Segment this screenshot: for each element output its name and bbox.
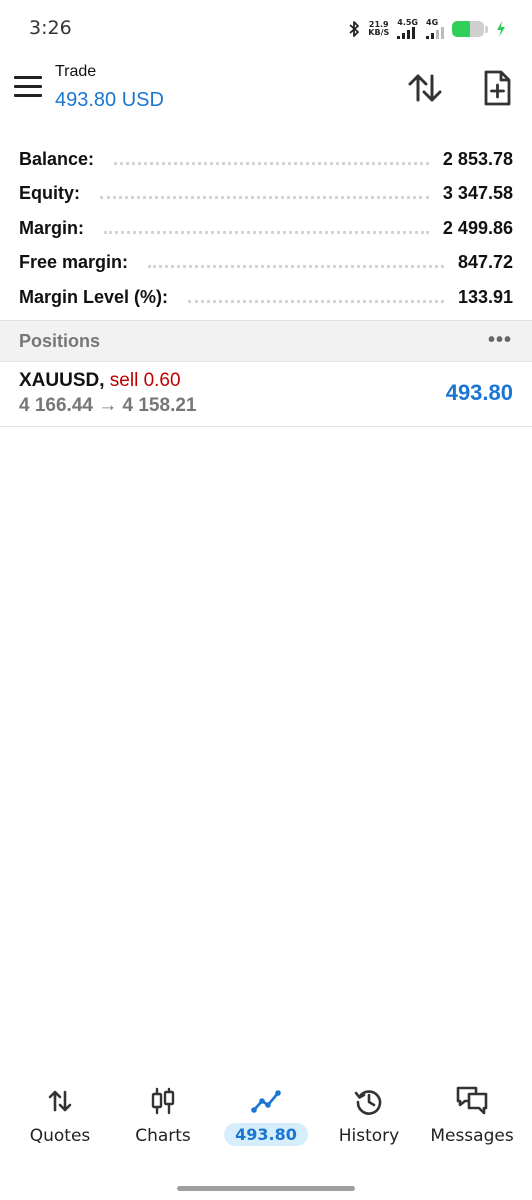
position-profit: 493.80 [445, 380, 513, 405]
battery-level-fill [452, 21, 470, 37]
signal-bars-icon [426, 27, 444, 39]
signal-strength-1: 4.5G [397, 19, 418, 39]
nav-label: Charts [135, 1126, 191, 1146]
dotted-leader [114, 161, 429, 165]
history-clock-icon [354, 1090, 382, 1115]
nav-label: Quotes [29, 1126, 91, 1146]
dotted-leader [148, 265, 444, 269]
dotted-leader [188, 299, 444, 303]
trade-line-icon [251, 1090, 281, 1113]
summary-label: Free margin: [19, 252, 135, 274]
nav-label: History [338, 1126, 400, 1146]
more-options-icon[interactable]: ••• [488, 329, 512, 352]
summary-row-balance: Balance: 2 853.78 [19, 142, 513, 177]
position-title-line: XAUUSD, sell 0.60 [19, 370, 181, 392]
battery-icon [452, 21, 484, 37]
nav-history[interactable]: History [316, 1078, 422, 1158]
status-time: 3:26 [29, 17, 72, 39]
page-title: Trade [55, 63, 97, 80]
app-header: Trade 493.80 USD [0, 56, 532, 132]
positions-title: Positions [19, 331, 101, 351]
nav-messages[interactable]: Messages [419, 1078, 525, 1158]
network-speed: 21.9 KB/S [368, 21, 389, 37]
nav-quotes[interactable]: Quotes [7, 1078, 113, 1158]
summary-value: 847.72 [457, 252, 513, 273]
battery-cap [485, 25, 488, 33]
signal-1-label: 4.5G [397, 18, 418, 27]
summary-label: Balance: [19, 148, 101, 170]
summary-row-equity: Equity: 3 347.58 [19, 177, 513, 212]
account-summary: Balance: 2 853.78 Equity: 3 347.58 Margi… [19, 142, 513, 315]
new-order-button[interactable] [477, 68, 517, 108]
summary-value: 2 499.86 [442, 217, 513, 238]
bottom-navigation: Quotes Charts 493.80 History Messages [0, 1078, 532, 1158]
hamburger-menu-icon[interactable] [14, 76, 42, 100]
summary-label: Equity: [19, 183, 86, 205]
summary-value: 3 347.58 [442, 183, 513, 204]
sort-button[interactable] [404, 68, 448, 108]
new-document-plus-icon [484, 70, 511, 106]
home-indicator[interactable] [177, 1186, 355, 1191]
signal-strength-2: 4G [426, 19, 444, 39]
nav-label: Messages [430, 1126, 514, 1146]
bluetooth-icon [349, 21, 360, 37]
summary-value: 2 853.78 [442, 148, 513, 169]
summary-label: Margin Level (%): [19, 286, 175, 308]
nav-trade[interactable]: 493.80 [213, 1078, 319, 1158]
dotted-leader [104, 230, 429, 234]
summary-value: 133.91 [457, 286, 513, 307]
candlestick-chart-icon [151, 1087, 175, 1115]
status-icons: 21.9 KB/S 4.5G 4G [348, 16, 506, 42]
nav-charts[interactable]: Charts [110, 1078, 216, 1158]
position-row[interactable]: XAUUSD, sell 0.60 4 166.44 → 4 158.21 49… [0, 362, 532, 427]
positions-section-header: Positions ••• [0, 320, 532, 362]
dotted-leader [100, 196, 429, 200]
summary-row-margin: Margin: 2 499.86 [19, 211, 513, 246]
position-symbol: XAUUSD, [19, 370, 105, 391]
header-balance: 493.80 USD [55, 89, 164, 111]
summary-label: Margin: [19, 217, 90, 239]
quotes-arrows-icon [48, 1090, 72, 1112]
summary-row-margin-level: Margin Level (%): 133.91 [19, 280, 513, 315]
charging-bolt-icon [497, 21, 505, 37]
signal-2-label: 4G [426, 18, 439, 27]
status-bar: 3:26 21.9 KB/S 4.5G 4G [0, 0, 532, 56]
summary-row-free-margin: Free margin: 847.72 [19, 246, 513, 281]
signal-bars-icon [397, 27, 416, 39]
sort-arrows-icon [408, 74, 442, 102]
nav-active-pill: 493.80 [224, 1123, 308, 1146]
position-prices: 4 166.44 → 4 158.21 [19, 395, 197, 416]
network-speed-unit: KB/S [368, 28, 390, 37]
position-type: sell 0.60 [109, 370, 181, 391]
messages-chat-icon [456, 1086, 488, 1115]
